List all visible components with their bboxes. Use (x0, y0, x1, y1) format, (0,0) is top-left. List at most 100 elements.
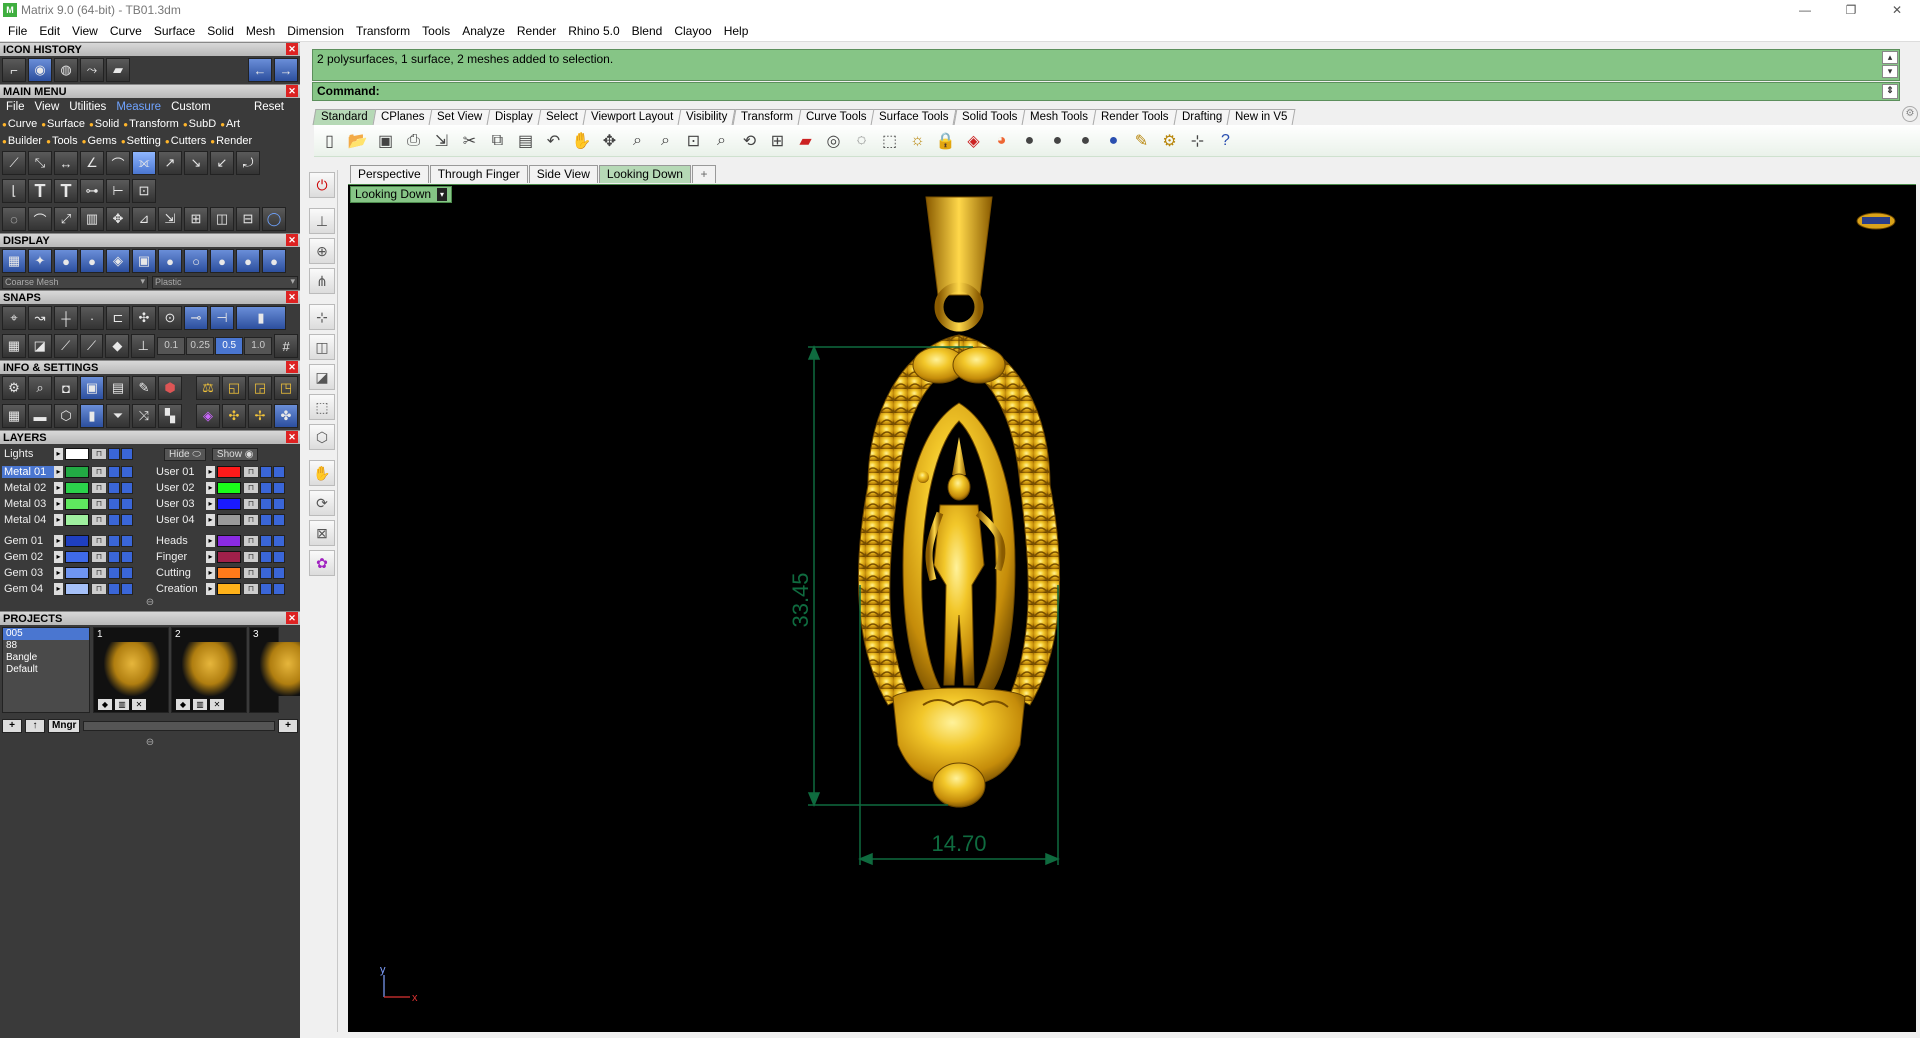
scale-icon[interactable]: ⤢ (54, 207, 78, 231)
toolbar-tab-viewport-layout[interactable]: Viewport Layout (582, 109, 682, 125)
scroll-down-icon[interactable]: ▾ (1882, 65, 1898, 78)
lock-icon[interactable]: ⊓ (243, 567, 259, 579)
color-swatch[interactable] (65, 498, 89, 510)
gumball-snap-icon[interactable]: ⊥ (131, 334, 156, 358)
viewport-tab-side-view[interactable]: Side View (528, 165, 598, 183)
snap-quad-icon[interactable]: ⊣ (210, 306, 234, 330)
open-icon[interactable]: ▥ (115, 699, 129, 710)
ring-icon[interactable]: ◯ (262, 207, 286, 231)
layer-name[interactable]: Gem 01 (2, 535, 54, 547)
layer-name[interactable]: Metal 01 (2, 466, 54, 478)
project-list-item[interactable]: 005 (3, 628, 89, 640)
array-icon[interactable]: ▥ (80, 207, 104, 231)
visibility-toggle[interactable] (108, 448, 120, 460)
move-icon[interactable]: ✥ (106, 207, 130, 231)
paste-icon[interactable]: ▤ (512, 127, 539, 154)
layer-toggle[interactable] (273, 466, 285, 478)
shaded-mode-icon[interactable]: ● (54, 249, 78, 273)
select-icon[interactable]: ⬚ (876, 127, 903, 154)
options-icon[interactable]: ✎ (1128, 127, 1155, 154)
category-cutters[interactable]: Cutters (165, 135, 206, 147)
lock-icon[interactable]: ⊓ (91, 448, 107, 460)
expand-arrow-icon[interactable]: ▸ (54, 466, 63, 478)
delete-icon[interactable]: ✕ (210, 699, 224, 710)
menu-mesh[interactable]: Mesh (240, 24, 281, 38)
menu-tools[interactable]: Tools (416, 24, 456, 38)
toolbar-tab-render-tools[interactable]: Render Tools (1092, 109, 1177, 125)
snap-value-0-25[interactable]: 0.25 (186, 337, 215, 355)
visibility-toggle[interactable] (108, 551, 120, 563)
gumball-icon[interactable]: ⇲ (158, 207, 182, 231)
flower-icon[interactable]: ✿ (309, 550, 335, 576)
insert-icon[interactable]: ◆ (176, 699, 190, 710)
visibility-toggle[interactable] (260, 466, 272, 478)
toolbar-tab-visibility[interactable]: Visibility (677, 109, 737, 125)
copy-icon[interactable]: ⧉ (484, 127, 511, 154)
toolbar-tab-cplanes[interactable]: CPlanes (372, 109, 433, 125)
up-project-button[interactable]: ↑ (25, 719, 45, 733)
lock-icon[interactable]: ⊓ (243, 583, 259, 595)
rendered-sphere-icon[interactable]: ● (1044, 127, 1071, 154)
zoom-window-icon[interactable]: ⌕ (652, 127, 679, 154)
add-viewport-icon[interactable]: + (691, 165, 716, 183)
scroll-up-icon[interactable]: ▴ (1882, 51, 1898, 64)
nodes-3-icon[interactable]: ✤ (274, 404, 298, 428)
layer-toggle[interactable] (121, 551, 133, 563)
nodes-icon[interactable]: ✣ (222, 404, 246, 428)
material-dropdown[interactable]: Plastic (152, 276, 298, 289)
cut-icon[interactable]: ✂ (456, 127, 483, 154)
color-swatch[interactable] (65, 482, 89, 494)
color-swatch[interactable] (65, 551, 89, 563)
open-icon[interactable]: 📂 (344, 127, 371, 154)
menu-render[interactable]: Render (511, 24, 562, 38)
viewport[interactable]: 33.45 14.70 y x (348, 184, 1916, 1032)
rendered-mode-icon[interactable]: ● (80, 249, 104, 273)
layer-toggle[interactable] (121, 466, 133, 478)
expand-arrow-icon[interactable]: ▸ (206, 567, 215, 579)
close-icon[interactable]: ✕ (286, 612, 298, 624)
layer-name[interactable]: Gem 03 (2, 567, 54, 579)
expand-arrow-icon[interactable]: ▸ (206, 535, 215, 547)
ortho-snap-icon[interactable]: ⟋ (53, 334, 78, 358)
color-swatch[interactable] (65, 583, 89, 595)
menu-rhino-5-0[interactable]: Rhino 5.0 (562, 24, 625, 38)
help-icon[interactable]: ? (1212, 127, 1239, 154)
visibility-toggle[interactable] (260, 583, 272, 595)
lock-icon[interactable]: ⊓ (243, 498, 259, 510)
rotate-dim-icon[interactable]: ⤾ (236, 151, 260, 175)
snap-int-icon[interactable]: ✣ (132, 306, 156, 330)
minimize-icon[interactable]: — (1782, 0, 1828, 20)
visibility-toggle[interactable] (108, 498, 120, 510)
report-icon[interactable]: ◳ (274, 376, 298, 400)
cplane-icon[interactable]: ⊥ (309, 208, 335, 234)
layer-toggle[interactable] (273, 498, 285, 510)
layer-icon[interactable]: ◈ (960, 127, 987, 154)
lock-icon[interactable]: ⊓ (91, 583, 107, 595)
rotate-view-icon[interactable]: ⟳ (309, 490, 335, 516)
category-builder[interactable]: Builder (2, 135, 42, 147)
category-gems[interactable]: Gems (82, 135, 116, 147)
visibility-toggle[interactable] (260, 551, 272, 563)
expand-button[interactable]: + (278, 719, 298, 733)
folder-icon[interactable]: ▰ (106, 58, 130, 82)
layer-name[interactable]: Metal 03 (2, 498, 54, 510)
expand-arrow-icon[interactable]: ▸ (54, 535, 63, 547)
layer-name[interactable]: Metal 02 (2, 482, 54, 494)
bar-icon[interactable]: ▬ (28, 404, 52, 428)
project-thumbnail[interactable]: 2 ◆ ▥ ✕ (171, 627, 247, 713)
visibility-toggle[interactable] (260, 514, 272, 526)
blue-sphere-icon[interactable]: ● (1100, 127, 1127, 154)
show-objects-icon[interactable]: ◎ (820, 127, 847, 154)
print-icon[interactable]: ⎙ (400, 127, 427, 154)
menu-transform[interactable]: Transform (350, 24, 416, 38)
arrow-tool-icon[interactable]: ↘ (184, 151, 208, 175)
lock-icon[interactable]: ⊓ (91, 498, 107, 510)
material-silver-icon[interactable]: ● (158, 249, 182, 273)
expand-arrow-icon[interactable]: ▸ (206, 514, 215, 526)
axes-icon[interactable]: ⋔ (309, 268, 335, 294)
grid-snap-icon[interactable]: ▦ (2, 334, 26, 358)
layer-toggle[interactable] (121, 448, 133, 460)
expand-arrow-icon[interactable]: ▸ (54, 482, 63, 494)
four-viewports-icon[interactable]: ⊞ (764, 127, 791, 154)
layer-name[interactable]: Heads (154, 535, 206, 547)
